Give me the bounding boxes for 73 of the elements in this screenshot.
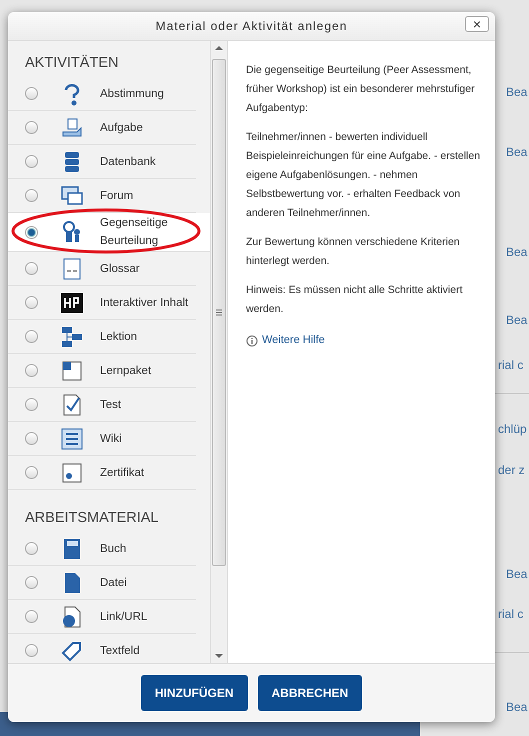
activity-item[interactable]: Datei	[8, 566, 196, 600]
section-heading: ARBEITSMATERIAL	[24, 509, 160, 528]
info-icon	[246, 334, 258, 346]
activity-item[interactable]: Datenbank	[8, 145, 196, 179]
activity-label: Zertifikat	[100, 466, 146, 480]
radio-button[interactable]	[25, 121, 38, 134]
activity-item[interactable]: Test	[8, 388, 196, 422]
activity-label: Lektion	[100, 330, 138, 344]
radio-button[interactable]	[25, 610, 38, 623]
background-link[interactable]: rial c	[498, 607, 524, 621]
background-link[interactable]: Bea	[506, 700, 528, 714]
activity-item[interactable]: Aufgabe	[8, 111, 196, 145]
radio-button[interactable]	[25, 398, 38, 411]
radio-button[interactable]	[25, 364, 38, 377]
background-link[interactable]: Bea	[506, 245, 528, 259]
background-link[interactable]: Bea	[506, 313, 528, 327]
activity-item[interactable]: Lernpaket	[8, 354, 196, 388]
background-link[interactable]: rial c	[498, 358, 524, 372]
activity-item[interactable]: Link/URL	[8, 600, 196, 634]
radio-button[interactable]	[25, 466, 38, 479]
help-link[interactable]: Weitere Hilfe	[262, 331, 325, 350]
section-heading: AKTIVITÄTEN	[24, 54, 120, 73]
activity-item[interactable]: Buch	[8, 532, 196, 566]
description-text: Teilnehmer/innen - bewerten individuell Beispieleinreichungen für eine Aufgabe. - erstellen eigene Aufgabenlösungen. - nehmen Selbstbewertung vor. - erhalten Feedback von anderen Teilnehmer/innen.	[246, 130, 482, 221]
activity-label: Textfeld	[100, 644, 141, 658]
radio-button[interactable]	[25, 296, 38, 309]
activity-label: Glossar	[100, 262, 141, 276]
grip-icon	[216, 309, 222, 316]
radio-button[interactable]	[25, 262, 38, 275]
dialog-title: Material oder Aktivität anlegen	[156, 19, 348, 33]
activity-label: Lernpaket	[100, 364, 152, 378]
flowchart-icon	[60, 324, 84, 348]
radio-button[interactable]	[25, 87, 38, 100]
activity-label: Link/URL	[100, 610, 148, 624]
add-button[interactable]: HINZUFÜGEN	[140, 675, 248, 711]
activity-label: Datenbank	[100, 154, 157, 170]
activity-label: Gegenseitige Beurteilung	[100, 216, 169, 249]
radio-button[interactable]	[25, 432, 38, 445]
description-text: Hinweis: Es müssen nicht alle Schritte aktiviert werden.	[246, 283, 464, 317]
activity-label: Wiki	[100, 432, 123, 446]
scrollbar[interactable]	[210, 41, 228, 663]
close-button[interactable]: ×	[465, 16, 489, 32]
radio-button[interactable]	[25, 542, 38, 555]
background-link[interactable]: der z	[498, 463, 525, 477]
activity-label: Datei	[100, 576, 128, 590]
cancel-button[interactable]: ABBRECHEN	[258, 675, 362, 711]
activity-label: Abstimmung	[100, 86, 165, 102]
activity-label: Aufgabe	[100, 120, 144, 136]
activity-label: Buch	[100, 542, 128, 556]
description-text: Zur Bewertung können verschiedene Kriterien hinterlegt werden.	[246, 235, 461, 269]
activity-item[interactable]: Abstimmung	[8, 77, 196, 111]
chat-icon	[60, 184, 84, 208]
activity-item[interactable]: Zertifikat	[8, 456, 196, 490]
radio-button[interactable]	[25, 576, 38, 589]
activity-item[interactable]: Lektion	[8, 320, 196, 354]
radio-button[interactable]	[25, 189, 38, 202]
activity-label: Interaktiver Inhalt	[100, 296, 190, 310]
radio-button[interactable]	[25, 226, 38, 238]
radio-button[interactable]	[25, 644, 38, 657]
activity-label: Forum	[100, 188, 134, 204]
background-link[interactable]: Bea	[506, 145, 528, 159]
background-link[interactable]: Bea	[506, 567, 528, 581]
radio-button[interactable]	[25, 155, 38, 168]
scroll-thumb[interactable]	[212, 59, 226, 566]
activity-item[interactable]: Wiki	[8, 422, 196, 456]
description-text: Die gegenseitige Beurteilung (Peer Assessment, früher Workshop) ist ein besonderer mehrstufiger Aufgabentyp:	[246, 63, 476, 116]
activity-item[interactable]: Interaktiver Inhalt	[8, 286, 196, 320]
background-link[interactable]: chlüp	[498, 422, 527, 436]
hp-icon	[60, 290, 84, 314]
radio-button[interactable]	[25, 330, 38, 343]
activity-label: Test	[100, 398, 122, 412]
background-link[interactable]: Bea	[506, 85, 528, 99]
activity-item[interactable]: Glossar	[8, 252, 196, 286]
